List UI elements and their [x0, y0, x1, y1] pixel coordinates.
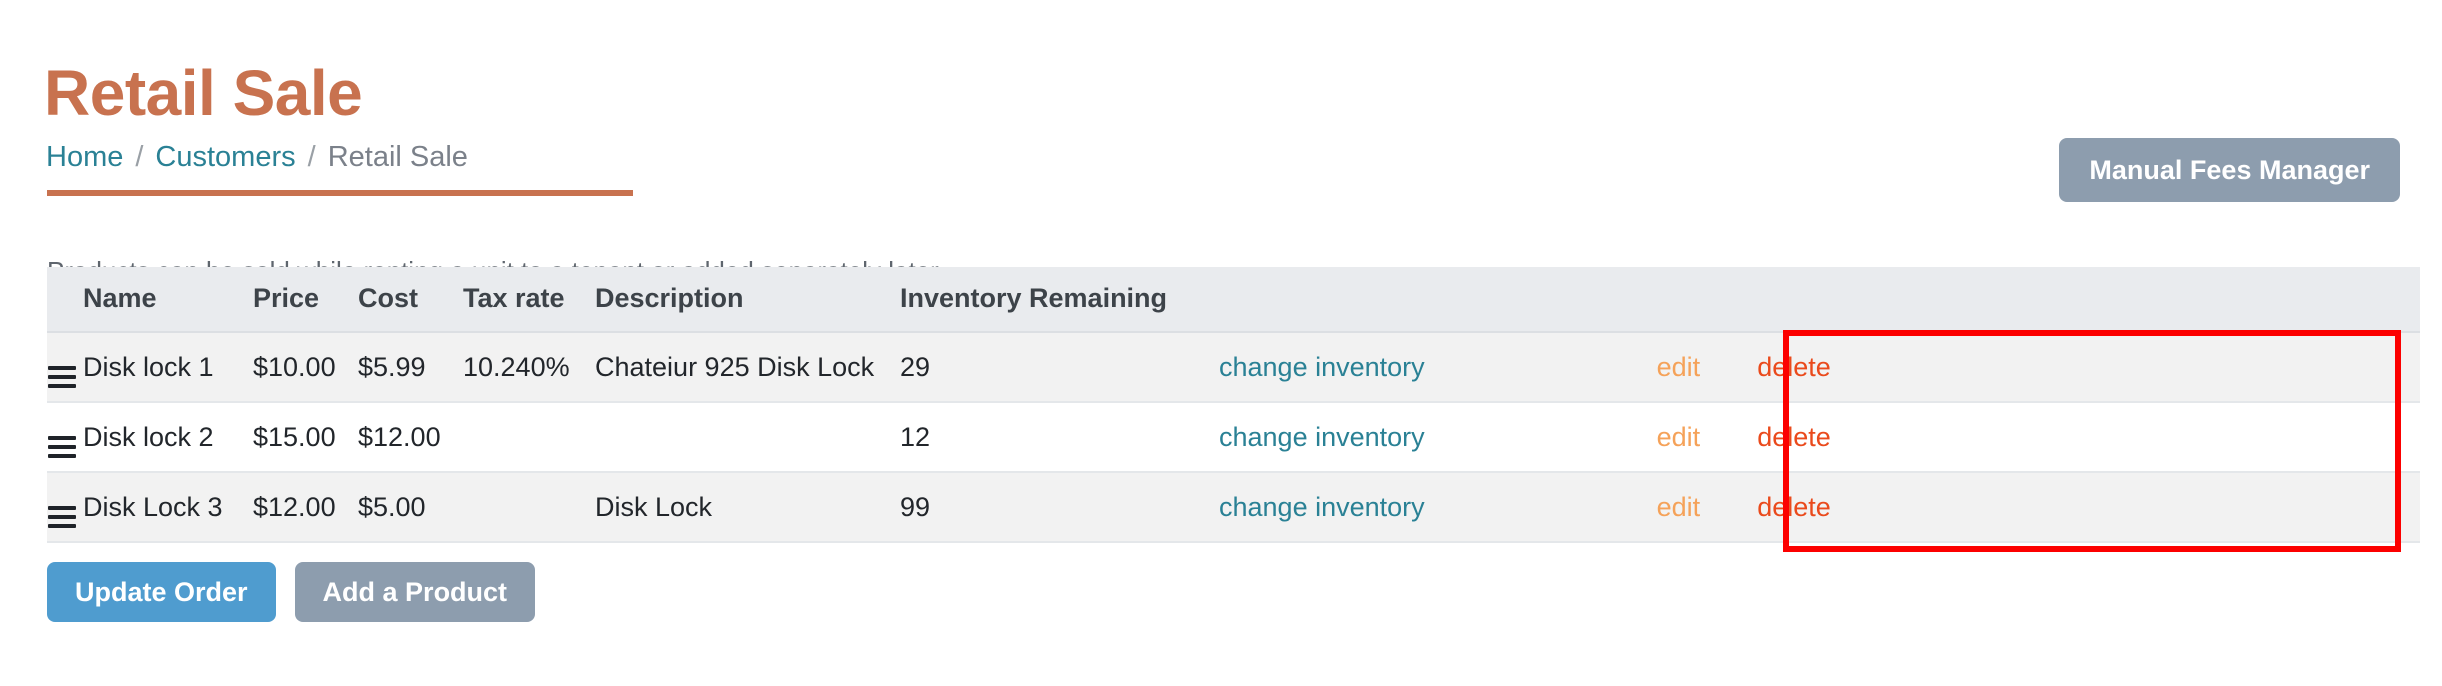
change-inventory-link[interactable]: change inventory: [1219, 422, 1425, 453]
breadcrumb-item-home[interactable]: Home: [46, 143, 123, 172]
products-table-body: Disk lock 1 $10.00 $5.99 10.240% Chateiu…: [47, 332, 2420, 542]
cell-description: Chateiur 925 Disk Lock: [595, 332, 900, 402]
cell-price: $10.00: [253, 332, 358, 402]
cell-inventory-remaining: 99: [900, 472, 1190, 542]
delete-link[interactable]: delete: [1757, 492, 1831, 523]
cell-cost: $12.00: [358, 402, 463, 472]
breadcrumb-separator: /: [308, 143, 316, 172]
add-product-button[interactable]: Add a Product: [295, 562, 536, 622]
row-drag-handle-cell[interactable]: [47, 472, 83, 542]
column-header-description: Description: [595, 267, 900, 332]
cell-cost: $5.99: [358, 332, 463, 402]
cell-name: Disk Lock 3: [83, 472, 253, 542]
cell-cost: $5.00: [358, 472, 463, 542]
cell-inventory-remaining: 12: [900, 402, 1190, 472]
row-drag-handle-cell[interactable]: [47, 402, 83, 472]
manual-fees-manager-button[interactable]: Manual Fees Manager: [2059, 138, 2400, 202]
breadcrumb-underline-rule: [47, 190, 633, 196]
row-actions: change inventory edit delete: [1190, 352, 2420, 383]
cell-actions: change inventory edit delete: [1190, 472, 2420, 542]
cell-actions: change inventory edit delete: [1190, 402, 2420, 472]
cell-name: Disk lock 2: [83, 402, 253, 472]
products-table-header: Name Price Cost Tax rate Description Inv…: [47, 267, 2420, 332]
table-row: Disk lock 2 $15.00 $12.00 12 change inve…: [47, 402, 2420, 472]
edit-link[interactable]: edit: [1657, 492, 1701, 523]
cell-tax-rate: [463, 472, 595, 542]
cell-description: [595, 402, 900, 472]
cell-name: Disk lock 1: [83, 332, 253, 402]
row-actions: change inventory edit delete: [1190, 492, 2420, 523]
drag-handle-icon[interactable]: [47, 436, 75, 458]
cell-tax-rate: 10.240%: [463, 332, 595, 402]
column-header-inventory-remaining: Inventory Remaining: [900, 267, 1190, 332]
drag-handle-icon[interactable]: [47, 506, 75, 528]
cell-actions: change inventory edit delete: [1190, 332, 2420, 402]
breadcrumb-item-current: Retail Sale: [328, 143, 468, 172]
cell-tax-rate: [463, 402, 595, 472]
breadcrumb-item-customers[interactable]: Customers: [155, 143, 295, 172]
row-drag-handle-cell[interactable]: [47, 332, 83, 402]
column-header-price: Price: [253, 267, 358, 332]
drag-handle-icon[interactable]: [47, 366, 75, 388]
retail-sale-page: Retail Sale Home / Customers / Retail Sa…: [0, 0, 2442, 686]
column-header-cost: Cost: [358, 267, 463, 332]
column-header-tax-rate: Tax rate: [463, 267, 595, 332]
edit-link[interactable]: edit: [1657, 422, 1701, 453]
footer-actions: Update Order Add a Product: [47, 562, 535, 622]
table-row: Disk Lock 3 $12.00 $5.00 Disk Lock 99 ch…: [47, 472, 2420, 542]
edit-link[interactable]: edit: [1657, 352, 1701, 383]
column-header-name: Name: [83, 267, 253, 332]
cell-description: Disk Lock: [595, 472, 900, 542]
change-inventory-link[interactable]: change inventory: [1219, 492, 1425, 523]
cell-price: $15.00: [253, 402, 358, 472]
table-row: Disk lock 1 $10.00 $5.99 10.240% Chateiu…: [47, 332, 2420, 402]
breadcrumb-separator: /: [135, 143, 143, 172]
breadcrumb: Home / Customers / Retail Sale: [46, 143, 468, 172]
delete-link[interactable]: delete: [1757, 422, 1831, 453]
change-inventory-link[interactable]: change inventory: [1219, 352, 1425, 383]
delete-link[interactable]: delete: [1757, 352, 1831, 383]
update-order-button[interactable]: Update Order: [47, 562, 276, 622]
products-table: Name Price Cost Tax rate Description Inv…: [47, 267, 2420, 543]
row-actions: change inventory edit delete: [1190, 422, 2420, 453]
column-header-handle: [47, 267, 83, 332]
cell-price: $12.00: [253, 472, 358, 542]
table-header-row: Name Price Cost Tax rate Description Inv…: [47, 267, 2420, 332]
column-header-actions: [1190, 267, 2420, 332]
page-title: Retail Sale: [44, 57, 362, 131]
cell-inventory-remaining: 29: [900, 332, 1190, 402]
